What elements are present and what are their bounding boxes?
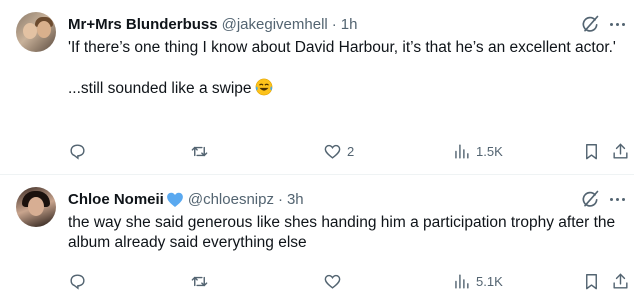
tweet-text: 'If there’s one thing I know about David… [68, 38, 620, 99]
grok-icon[interactable] [580, 14, 600, 34]
bookmark-button[interactable] [582, 141, 601, 161]
bookmark-button[interactable] [582, 271, 601, 291]
tweet[interactable]: Chloe Nomeii @chloesnipz · 3h the way sh… [0, 175, 634, 290]
avatar[interactable] [16, 187, 56, 227]
reply-button[interactable] [68, 271, 92, 291]
user-handle[interactable]: @chloesnipz [188, 191, 274, 208]
reply-icon [70, 143, 85, 160]
tweet-text-line: 'If there’s one thing I know about David… [68, 39, 616, 56]
grok-icon[interactable] [580, 189, 600, 209]
tweet-header: Chloe Nomeii @chloesnipz · 3h [68, 189, 304, 209]
like-button[interactable] [323, 271, 347, 291]
like-icon [324, 274, 341, 289]
more-icon[interactable] [610, 189, 628, 209]
view-count: 5.1K [476, 273, 503, 289]
views-icon [455, 273, 469, 289]
retweet-button[interactable] [190, 141, 214, 161]
avatar-face [28, 197, 44, 216]
views-button[interactable]: 5.1K [452, 271, 503, 291]
reply-button[interactable] [68, 141, 92, 161]
like-count: 2 [347, 143, 355, 159]
timestamp[interactable]: 1h [341, 16, 358, 33]
display-name[interactable]: Chloe Nomeii [68, 191, 164, 208]
like-icon [324, 144, 341, 159]
views-icon [455, 143, 469, 159]
action-bar: 2 1.5K [68, 141, 634, 161]
user-handle[interactable]: @jakegivemhell [222, 16, 328, 33]
avatar-face [37, 21, 51, 38]
share-icon [613, 143, 628, 159]
more-icon[interactable] [610, 14, 628, 34]
retweet-icon [191, 146, 208, 156]
like-button[interactable]: 2 [323, 141, 354, 161]
bookmark-icon [586, 273, 597, 289]
avatar[interactable] [16, 12, 56, 52]
retweet-button[interactable] [190, 271, 214, 291]
laughing-tears-emoji [255, 78, 272, 96]
views-button[interactable]: 1.5K [452, 141, 503, 161]
retweet-icon [191, 276, 208, 286]
tweet[interactable]: Mr+Mrs Blunderbuss @jakegivemhell · 1h '… [0, 0, 634, 174]
display-name[interactable]: Mr+Mrs Blunderbuss [68, 16, 218, 33]
view-count: 1.5K [476, 143, 503, 159]
share-icon [613, 273, 628, 289]
tweet-text-line: the way she said generous like shes hand… [68, 214, 616, 251]
tweet-text-line: ...still sounded like a swipe [68, 78, 620, 99]
separator-dot: · [331, 15, 337, 33]
share-button[interactable] [611, 141, 630, 161]
reply-icon [70, 273, 85, 290]
share-button[interactable] [611, 271, 630, 291]
tweet-header: Mr+Mrs Blunderbuss @jakegivemhell · 1h [68, 14, 357, 34]
timestamp[interactable]: 3h [287, 191, 304, 208]
action-bar: 5.1K [68, 271, 634, 291]
tweet-text: the way she said generous like shes hand… [68, 213, 620, 253]
blue-heart-icon [166, 192, 183, 207]
separator-dot: · [277, 190, 283, 208]
bookmark-icon [586, 143, 597, 159]
